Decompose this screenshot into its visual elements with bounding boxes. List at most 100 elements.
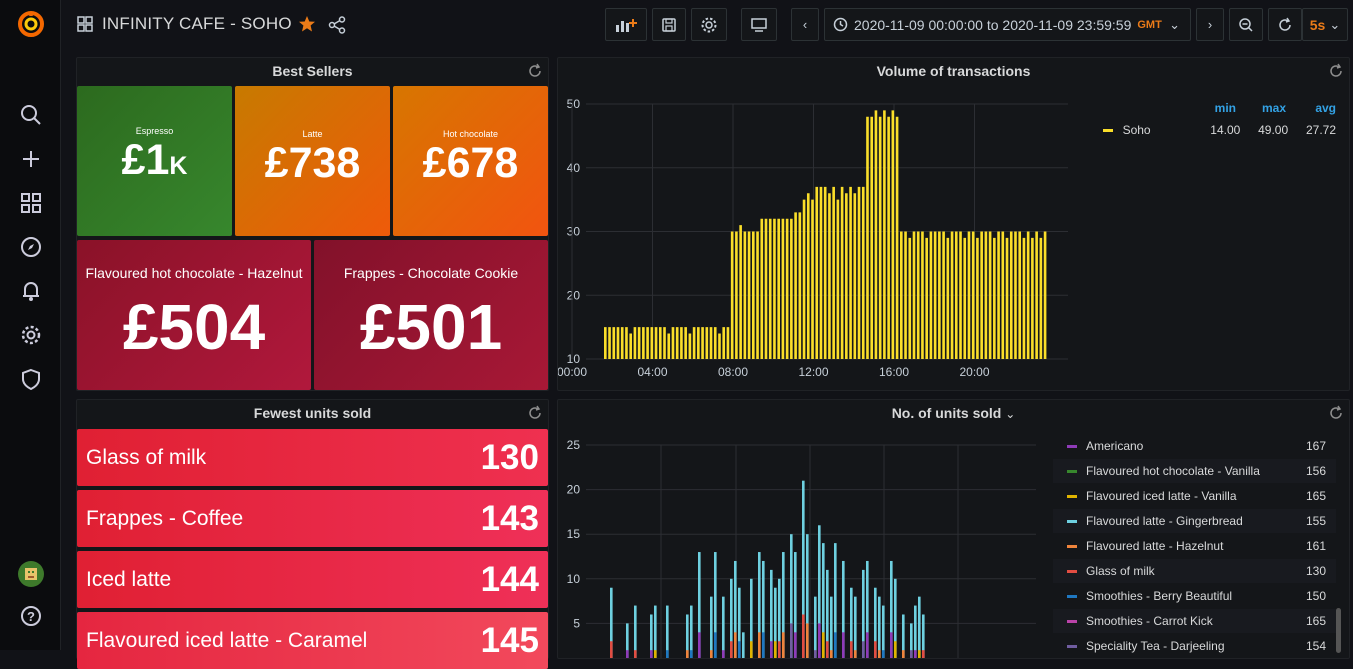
legend-min: 14.00 (1210, 123, 1241, 137)
panel-title[interactable]: Fewest units sold (77, 400, 548, 427)
volume-bar (988, 231, 992, 359)
time-shift-back-button[interactable]: ‹ (791, 8, 819, 41)
grafana-logo-icon[interactable] (17, 10, 45, 38)
volume-bar (629, 333, 632, 359)
units-bar (918, 596, 921, 658)
legend-series-item[interactable]: Smoothies - Berry Beautiful 150 (1053, 584, 1336, 608)
zoom-out-button[interactable] (1229, 8, 1263, 41)
alerting-icon[interactable] (17, 277, 45, 305)
refresh-interval-picker[interactable]: 5s ⌄ (1302, 8, 1348, 41)
volume-bar (976, 237, 979, 359)
volume-bar (950, 231, 954, 359)
save-dashboard-button[interactable] (652, 8, 686, 41)
volume-bar (616, 327, 620, 359)
legend-scrollbar[interactable] (1336, 608, 1341, 653)
legend-series-item[interactable]: Flavoured latte - Hazelnut 161 (1053, 534, 1336, 558)
volume-bar (916, 231, 920, 359)
legend-series-item[interactable]: Speciality Tea - Darjeeling 154 (1053, 634, 1336, 658)
x-tick-label: 00:00 (558, 365, 587, 379)
configuration-icon[interactable] (17, 321, 45, 349)
units-bar-stack (686, 650, 689, 658)
stat-value: £738 (264, 139, 361, 187)
plus-icon[interactable] (17, 145, 45, 173)
star-icon[interactable] (298, 15, 316, 38)
volume-bar (625, 327, 628, 359)
volume-bar (790, 218, 793, 359)
volume-bar (1043, 231, 1047, 359)
dashboard-settings-button[interactable] (691, 8, 727, 41)
legend-swatch (1067, 644, 1077, 648)
legend-series-item[interactable]: Flavoured latte - Gingerbread 155 (1053, 509, 1336, 533)
dashboards-icon[interactable] (17, 189, 45, 217)
panel-refresh-icon[interactable] (1328, 405, 1344, 421)
y-tick-label: 10 (567, 572, 581, 586)
volume-bar (954, 231, 958, 359)
units-bar-stack (882, 650, 885, 658)
legend-swatch (1067, 444, 1077, 448)
server-admin-icon[interactable] (17, 365, 45, 393)
units-bar-stack (690, 650, 693, 658)
x-tick-label: 20:00 (959, 365, 989, 379)
legend-series-value: 154 (1305, 639, 1326, 653)
time-shift-forward-button[interactable]: › (1196, 8, 1224, 41)
units-bar-stack (782, 632, 785, 658)
bar-value: 143 (480, 498, 539, 538)
volume-bar (722, 327, 726, 359)
volume-bar (828, 193, 831, 359)
panel-refresh-icon[interactable] (527, 63, 543, 79)
stat-label: Flavoured hot chocolate - Hazelnut (85, 265, 303, 281)
share-icon[interactable] (328, 16, 346, 39)
legend-series-value: 165 (1305, 614, 1326, 628)
legend-series-item[interactable]: Smoothies - Carrot Kick 165 (1053, 609, 1336, 633)
time-picker-button[interactable]: 2020-11-09 00:00:00 to 2020-11-09 23:59:… (824, 8, 1191, 41)
volume-bar (984, 231, 988, 359)
units-bar-stack (818, 623, 821, 658)
user-avatar[interactable] (17, 560, 45, 588)
y-tick-label: 15 (567, 527, 581, 541)
add-panel-button[interactable] (605, 8, 647, 41)
legend-series-value: 150 (1305, 589, 1326, 603)
volume-bar (874, 110, 878, 359)
legend-series-item[interactable]: Americano 167 (1053, 434, 1336, 458)
panel-refresh-icon[interactable] (527, 405, 543, 421)
units-bar-stack (866, 632, 869, 658)
legend-series-soho[interactable]: Soho 14.00 49.00 27.72 (1103, 123, 1336, 137)
panel-title[interactable]: No. of units sold ⌄ (558, 400, 1349, 427)
chevron-left-icon: ‹ (802, 17, 808, 32)
stat-frappes-chocolate-cookie: Frappes - Chocolate Cookie £501 (314, 240, 548, 390)
volume-bar (650, 327, 654, 359)
units-bar-stack (814, 650, 817, 658)
panel-title[interactable]: Volume of transactions (558, 58, 1349, 85)
volume-bar (815, 186, 819, 359)
volume-bar (993, 237, 996, 359)
volume-bar (777, 218, 780, 359)
units-bar (634, 605, 637, 658)
volume-bar (853, 193, 857, 359)
legend-series-item[interactable]: Flavoured iced latte - Vanilla 165 (1053, 484, 1336, 508)
explore-icon[interactable] (17, 233, 45, 261)
cycle-view-mode-button[interactable] (741, 8, 777, 41)
dashboard-grid-icon[interactable] (77, 16, 95, 34)
bar-label: Iced latte (86, 567, 172, 591)
panel-title[interactable]: Best Sellers (77, 58, 548, 85)
legend-swatch (1067, 519, 1077, 523)
stat-label: Frappes - Chocolate Cookie (343, 265, 519, 281)
legend-swatch (1067, 544, 1077, 548)
panel-refresh-icon[interactable] (1328, 63, 1344, 79)
search-icon[interactable] (17, 101, 45, 129)
bar-value: 144 (480, 559, 539, 599)
units-bar (742, 632, 745, 658)
legend-series-item[interactable]: Flavoured hot chocolate - Vanilla 156 (1053, 459, 1336, 483)
help-icon[interactable]: ? (17, 602, 45, 630)
legend-series-value: 155 (1305, 514, 1326, 528)
stat-value: £1 (121, 136, 170, 184)
refresh-button[interactable] (1268, 8, 1302, 41)
volume-bar (642, 327, 645, 359)
y-tick-label: 20 (567, 288, 581, 302)
volume-bar (971, 231, 975, 359)
dashboard-title[interactable]: INFINITY CAFE - SOHO (102, 14, 292, 34)
volume-bar (663, 327, 666, 359)
volume-bar (735, 231, 738, 359)
volume-bar (739, 225, 742, 359)
legend-series-item[interactable]: Glass of milk 130 (1053, 559, 1336, 583)
